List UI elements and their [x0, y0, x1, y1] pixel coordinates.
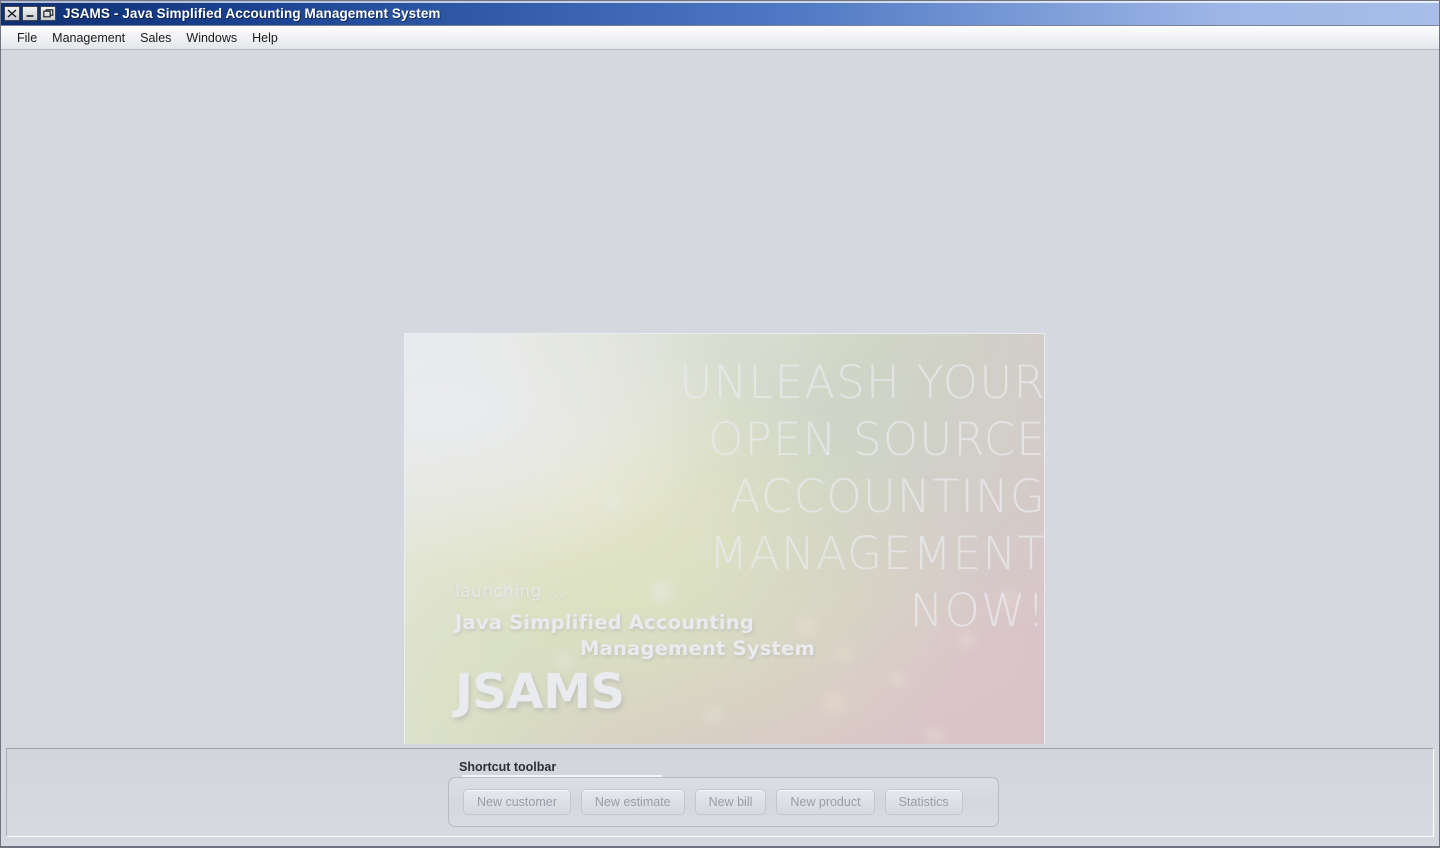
minimize-icon[interactable]: [22, 5, 38, 21]
tagline-line-1: UNLEASH YOUR: [679, 356, 1044, 409]
new-estimate-button[interactable]: New estimate: [580, 789, 685, 815]
bokeh-dot: [925, 726, 944, 744]
bokeh-dot: [891, 672, 905, 686]
menu-item-help[interactable]: Help: [245, 29, 285, 47]
desktop-pane: UNLEASH YOUR OPEN SOURCE ACCOUNTING MANA…: [1, 50, 1439, 744]
tagline-line-3: ACCOUNTING: [729, 470, 1044, 523]
window-title: JSAMS - Java Simplified Accounting Manag…: [63, 5, 441, 21]
maximize-icon[interactable]: [40, 5, 56, 21]
product-name-line-2: Management System: [580, 637, 815, 660]
product-name-line-1: Java Simplified Accounting: [455, 611, 755, 634]
title-bar: JSAMS - Java Simplified Accounting Manag…: [1, 1, 1439, 26]
menu-item-management[interactable]: Management: [45, 29, 132, 47]
new-product-button[interactable]: New product: [776, 789, 875, 815]
bottom-region: Shortcut toolbar New customer New estima…: [1, 744, 1439, 846]
menu-item-windows[interactable]: Windows: [179, 29, 244, 47]
status-bar: [1, 838, 1439, 846]
close-icon[interactable]: [4, 5, 20, 21]
splash-screen[interactable]: UNLEASH YOUR OPEN SOURCE ACCOUNTING MANA…: [405, 334, 1044, 744]
application-window: JSAMS - Java Simplified Accounting Manag…: [0, 0, 1440, 848]
product-acronym: JSAMS: [455, 664, 625, 720]
bokeh-dot: [837, 646, 852, 661]
window-controls: [4, 5, 56, 21]
statistics-button[interactable]: Statistics: [884, 789, 963, 815]
shortcut-toolbar-title: Shortcut toolbar: [459, 760, 557, 774]
splash-background-image: UNLEASH YOUR OPEN SOURCE ACCOUNTING MANA…: [405, 334, 1044, 744]
new-customer-button[interactable]: New customer: [463, 789, 571, 815]
launching-status: launching ...: [455, 582, 565, 602]
menu-item-file[interactable]: File: [10, 29, 44, 47]
shortcut-panel: Shortcut toolbar New customer New estima…: [6, 748, 1434, 837]
shortcut-toolbar: New customer New estimate New bill New p…: [448, 777, 999, 827]
menu-item-sales[interactable]: Sales: [133, 29, 178, 47]
menu-bar: File Management Sales Windows Help: [1, 26, 1439, 50]
tagline-line-4: MANAGEMENT: [709, 527, 1044, 580]
bokeh-dot: [823, 692, 847, 716]
new-bill-button[interactable]: New bill: [694, 789, 767, 815]
tagline-line-2: OPEN SOURCE: [708, 413, 1044, 466]
splash-branding: launching ... Java Simplified Accounting…: [455, 582, 815, 720]
